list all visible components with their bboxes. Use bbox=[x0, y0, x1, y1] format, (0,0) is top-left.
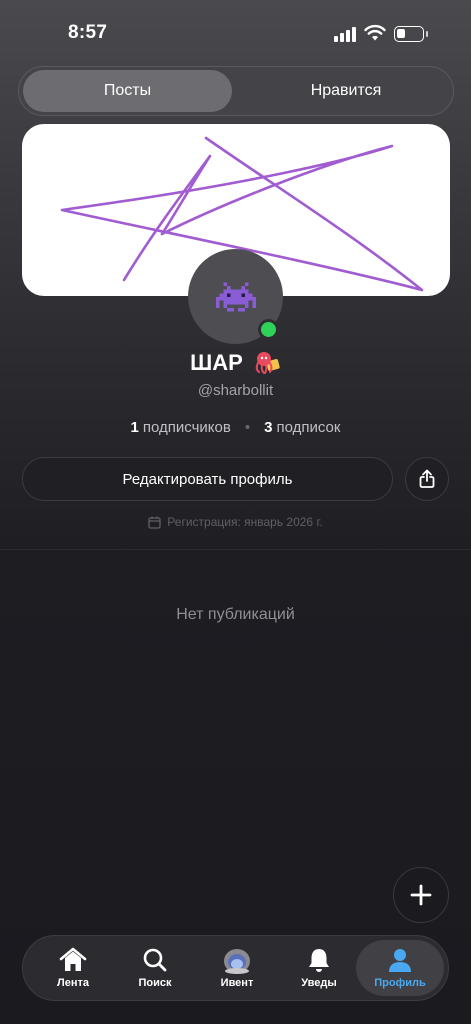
event-icon bbox=[224, 949, 250, 974]
status-bar: 8:57 bbox=[0, 0, 471, 66]
registration-text: Регистрация: январь 2026 г. bbox=[167, 515, 323, 529]
nav-item-feed[interactable]: Лента bbox=[29, 940, 117, 996]
registration-info: Регистрация: январь 2026 г. bbox=[0, 515, 471, 529]
calendar-icon bbox=[148, 516, 161, 529]
nav-label-profile: Профиль bbox=[374, 977, 426, 989]
octopus-sticker-icon bbox=[255, 352, 280, 374]
section-divider bbox=[0, 549, 471, 550]
empty-posts-message: Нет публикаций bbox=[176, 606, 295, 623]
nav-item-event[interactable]: Ивент bbox=[193, 940, 281, 996]
online-status-indicator bbox=[258, 319, 279, 340]
nav-item-notifications[interactable]: Уведы bbox=[275, 940, 363, 996]
nav-item-search[interactable]: Поиск bbox=[111, 940, 199, 996]
bell-icon bbox=[309, 949, 329, 972]
tab-posts[interactable]: Посты bbox=[23, 70, 232, 112]
following-stat[interactable]: 3 подписок bbox=[264, 419, 340, 436]
profile-icon bbox=[389, 949, 411, 972]
followers-stat[interactable]: 1 подписчиков bbox=[131, 419, 231, 436]
share-button[interactable] bbox=[405, 457, 449, 501]
display-name-text: ШАР bbox=[190, 350, 243, 375]
profile-display-name: ШАР bbox=[0, 350, 471, 376]
nav-label-event: Ивент bbox=[220, 977, 254, 989]
tab-likes[interactable]: Нравится bbox=[241, 70, 451, 112]
stats-separator: • bbox=[244, 419, 251, 436]
nav-label-search: Поиск bbox=[138, 977, 172, 989]
followers-count: 1 bbox=[130, 419, 139, 436]
bottom-navigation: Лента Поиск Ивент Уведы Профиль bbox=[22, 935, 449, 1001]
profile-stats: 1 подписчиков • 3 подписок bbox=[0, 419, 471, 436]
followers-label: подписчиков bbox=[142, 419, 231, 436]
nav-label-feed: Лента bbox=[57, 977, 89, 989]
following-label: подписок bbox=[276, 419, 341, 436]
plus-icon bbox=[410, 884, 432, 906]
following-count: 3 bbox=[264, 419, 273, 436]
cellular-signal-icon bbox=[334, 26, 358, 42]
profile-tabs: Посты Нравится bbox=[18, 66, 454, 116]
battery-icon bbox=[394, 26, 424, 42]
home-icon bbox=[59, 947, 87, 971]
nav-label-notifications: Уведы bbox=[301, 977, 337, 989]
profile-username: @sharbollit bbox=[197, 382, 274, 399]
share-icon bbox=[419, 469, 435, 488]
create-post-button[interactable] bbox=[393, 867, 449, 923]
alien-monster-icon bbox=[215, 281, 256, 312]
status-time: 8:57 bbox=[68, 22, 108, 43]
nav-item-profile[interactable]: Профиль bbox=[356, 940, 444, 996]
search-icon bbox=[143, 948, 167, 972]
wifi-icon bbox=[364, 24, 386, 41]
edit-profile-button[interactable]: Редактировать профиль bbox=[22, 457, 393, 501]
